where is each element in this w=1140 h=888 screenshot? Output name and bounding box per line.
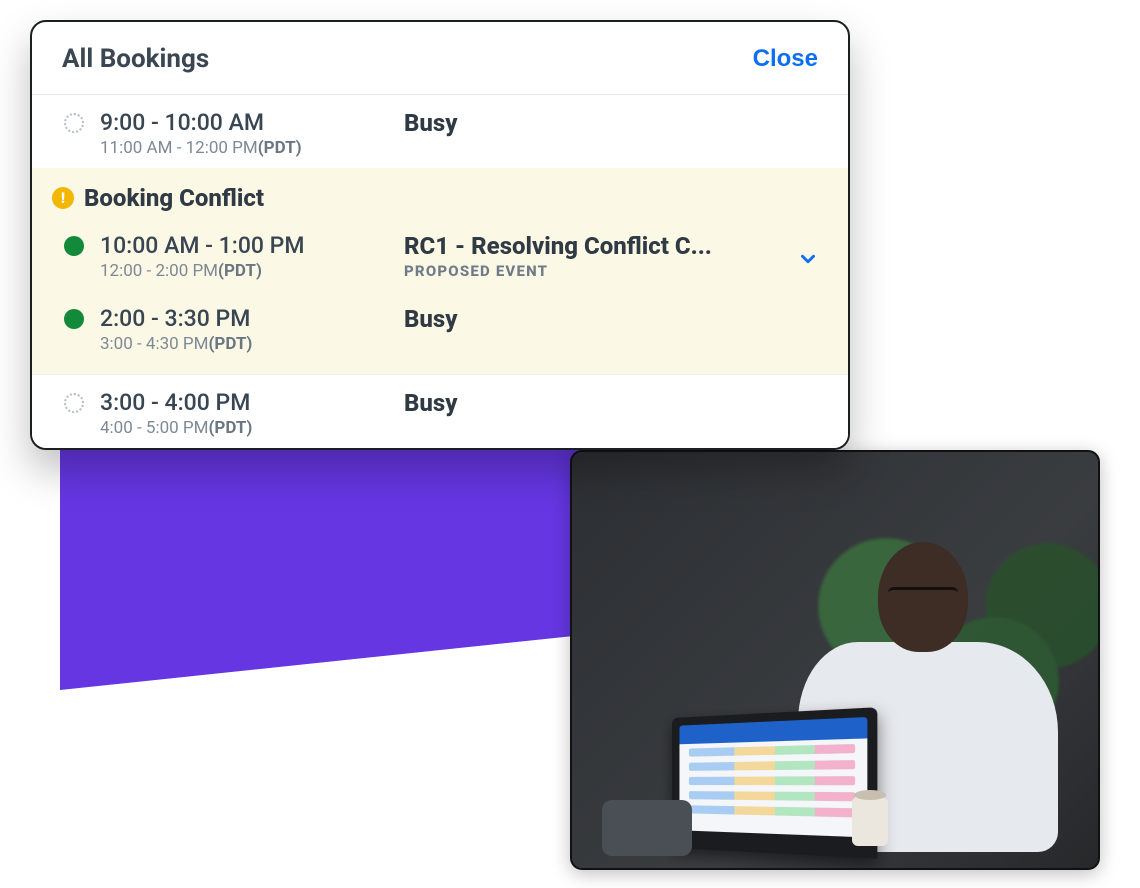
booking-time-block: 9:00 - 10:00 AM 11:00 AM - 12:00 PM(PDT) xyxy=(100,109,400,158)
booking-details: Busy xyxy=(404,305,784,333)
booking-time-primary: 2:00 - 3:30 PM xyxy=(100,305,400,332)
expand-booking-button[interactable] xyxy=(797,248,819,274)
all-bookings-panel: All Bookings Close 9:00 - 10:00 AM 11:00… xyxy=(30,20,850,450)
panel-title: All Bookings xyxy=(62,44,209,74)
booking-time-primary: 3:00 - 4:00 PM xyxy=(100,389,400,416)
warning-icon: ! xyxy=(52,187,74,209)
status-dot-green-icon xyxy=(64,309,84,329)
booking-time-secondary: 4:00 - 5:00 PM(PDT) xyxy=(100,418,400,438)
close-button[interactable]: Close xyxy=(753,45,818,73)
booking-time-secondary: 12:00 - 2:00 PM(PDT) xyxy=(100,261,400,281)
booking-time-block: 2:00 - 3:30 PM 3:00 - 4:30 PM(PDT) xyxy=(100,305,400,354)
booking-time-secondary: 11:00 AM - 12:00 PM(PDT) xyxy=(100,138,400,158)
booking-row[interactable]: 9:00 - 10:00 AM 11:00 AM - 12:00 PM(PDT)… xyxy=(32,95,848,168)
booking-time-block: 10:00 AM - 1:00 PM 12:00 - 2:00 PM(PDT) xyxy=(100,232,400,281)
booking-details: Busy xyxy=(404,109,784,137)
booking-conflict-group: ! Booking Conflict 10:00 AM - 1:00 PM 12… xyxy=(32,168,848,374)
booking-time-block: 3:00 - 4:00 PM 4:00 - 5:00 PM(PDT) xyxy=(100,389,400,438)
photo-coffee-cup xyxy=(852,798,888,846)
photo-laptop xyxy=(672,707,877,859)
panel-header: All Bookings Close xyxy=(32,22,848,95)
photo-speaker xyxy=(602,800,692,856)
booking-row[interactable]: 3:00 - 4:00 PM 4:00 - 5:00 PM(PDT) Busy xyxy=(32,374,848,448)
booking-details: Busy xyxy=(404,389,784,417)
booking-conflict-header: ! Booking Conflict xyxy=(32,168,848,218)
status-dot-green-icon xyxy=(64,236,84,256)
booking-title: RC1 - Resolving Conflict C... xyxy=(404,232,784,260)
booking-title: Busy xyxy=(404,305,784,333)
status-dot-empty-icon xyxy=(64,113,84,133)
proposed-event-label: PROPOSED EVENT xyxy=(404,262,784,280)
booking-time-primary: 9:00 - 10:00 AM xyxy=(100,109,400,136)
booking-details: RC1 - Resolving Conflict C... PROPOSED E… xyxy=(404,232,784,280)
hero-photo xyxy=(570,450,1100,870)
chevron-down-icon xyxy=(797,255,819,274)
booking-row[interactable]: 2:00 - 3:30 PM 3:00 - 4:30 PM(PDT) Busy xyxy=(32,291,848,364)
booking-row[interactable]: 10:00 AM - 1:00 PM 12:00 - 2:00 PM(PDT) … xyxy=(32,218,848,291)
status-dot-empty-icon xyxy=(64,393,84,413)
booking-title: Busy xyxy=(404,389,784,417)
booking-conflict-label: Booking Conflict xyxy=(84,184,264,212)
booking-title: Busy xyxy=(404,109,784,137)
booking-time-secondary: 3:00 - 4:30 PM(PDT) xyxy=(100,334,400,354)
booking-time-primary: 10:00 AM - 1:00 PM xyxy=(100,232,400,259)
